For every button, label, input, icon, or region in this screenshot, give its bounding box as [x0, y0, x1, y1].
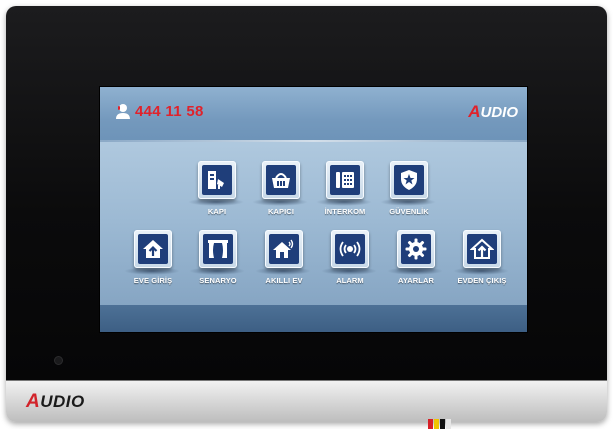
- footer-bar: [100, 305, 527, 332]
- interkom-label: İNTERKOM: [324, 207, 366, 216]
- akilli-ev-label: AKILLI EV: [265, 276, 303, 285]
- interkom-button[interactable]: [326, 161, 364, 199]
- screen-logo-letter: A: [468, 102, 481, 121]
- evden-cikis-label: EVDEN ÇIKIŞ: [457, 276, 507, 285]
- tile-shadow: [387, 267, 443, 275]
- ayarlar-button[interactable]: [397, 230, 435, 268]
- tile-shadow: [255, 267, 311, 275]
- kapi-button[interactable]: [198, 161, 236, 199]
- curtain-icon: [208, 240, 228, 258]
- touch-screen: 444 11 58 AUDIO KAPI KAPICI İNTERKOM GÜV…: [99, 86, 528, 333]
- phone-number: 444 11 58: [135, 102, 204, 120]
- header-bar: 444 11 58 AUDIO: [100, 87, 527, 142]
- tile-shadow: [189, 267, 245, 275]
- screen-logo: AUDIO: [468, 102, 518, 122]
- tile-shadow: [321, 267, 377, 275]
- phone-contact: 444 11 58: [115, 101, 204, 121]
- tile-shadow: [316, 198, 372, 206]
- tile-shadow: [124, 267, 180, 275]
- user-contact-icon: [115, 103, 131, 120]
- home-enter-icon: [143, 240, 163, 258]
- screen-logo-text: UDIO: [480, 104, 519, 121]
- guvenlik-label: GÜVENLİK: [389, 207, 429, 216]
- shield-icon: [401, 170, 417, 190]
- light-sensor: [54, 356, 63, 365]
- kapi-label: KAPI: [207, 207, 227, 216]
- senaryo-button[interactable]: [199, 230, 237, 268]
- senaryo-label: SENARYO: [199, 276, 237, 285]
- eve-giris-label: EVE GİRİŞ: [133, 276, 173, 285]
- tile-shadow: [380, 198, 436, 206]
- cable-wires: [428, 419, 451, 429]
- tile-shadow: [453, 267, 509, 275]
- smart-home-icon: [273, 239, 294, 258]
- gear-icon: [405, 238, 427, 260]
- intercom-device: 444 11 58 AUDIO KAPI KAPICI İNTERKOM GÜV…: [6, 6, 607, 422]
- home-exit-icon: [470, 238, 494, 259]
- ayarlar-label: AYARLAR: [398, 276, 434, 285]
- bottom-strip: AUDIO: [6, 380, 607, 422]
- eve-giris-button[interactable]: [134, 230, 172, 268]
- alarm-label: ALARM: [336, 276, 364, 285]
- basket-icon: [272, 173, 290, 188]
- alarm-button[interactable]: [331, 230, 369, 268]
- alarm-signal-icon: [339, 241, 361, 257]
- kapici-button[interactable]: [262, 161, 300, 199]
- guvenlik-button[interactable]: [390, 161, 428, 199]
- brand-logo: AUDIO: [26, 391, 85, 413]
- door-camera-icon: [208, 171, 224, 189]
- tile-shadow: [252, 198, 308, 206]
- evden-cikis-button[interactable]: [463, 230, 501, 268]
- brand-logo-letter: A: [26, 391, 41, 412]
- intercom-phone-icon: [336, 172, 354, 188]
- tile-shadow: [188, 198, 244, 206]
- akilli-ev-button[interactable]: [265, 230, 303, 268]
- brand-logo-text: UDIO: [40, 392, 85, 411]
- kapici-label: KAPICI: [267, 207, 295, 216]
